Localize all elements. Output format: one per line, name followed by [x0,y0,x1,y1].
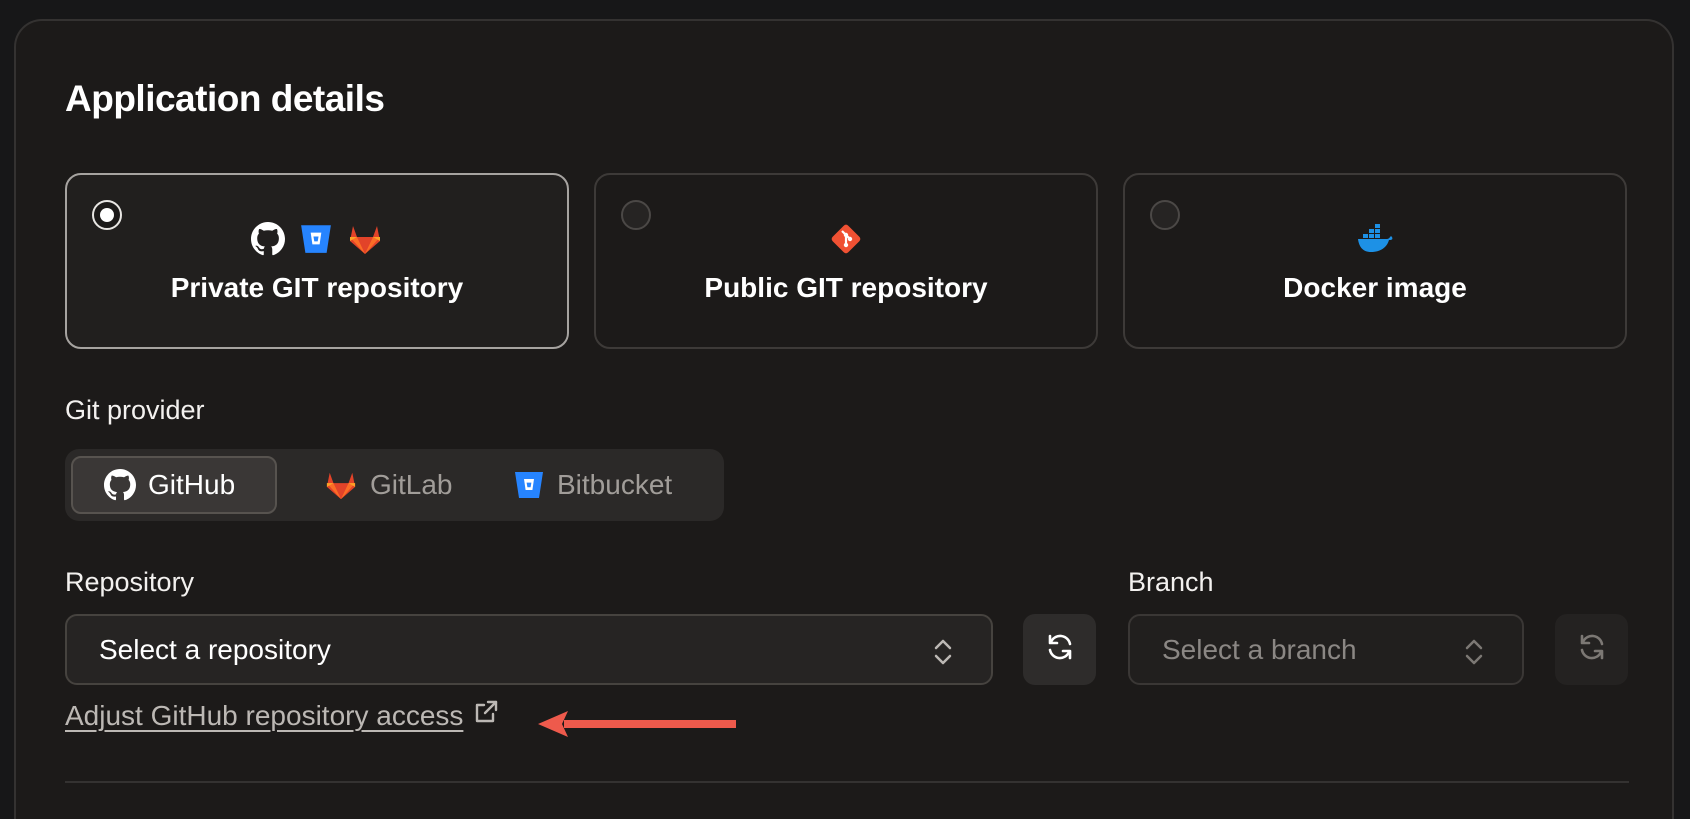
branch-label: Branch [1128,567,1214,597]
refresh-icon [1576,631,1608,668]
access-link-text: Adjust GitHub repository access [65,699,464,731]
provider-tab-gitlab[interactable]: GitLab [293,456,483,514]
docker-icon [1356,224,1394,254]
repository-select-value: Select a repository [99,633,331,665]
bitbucket-icon [299,222,333,256]
repository-select[interactable]: Select a repository [65,614,993,685]
provider-label: Bitbucket [557,469,673,500]
card-label: Docker image [1283,272,1467,303]
card-icons [67,222,567,256]
github-icon [251,222,285,256]
branch-select-value: Select a branch [1162,633,1357,665]
gitlab-icon [347,222,383,256]
git-provider-label: Git provider [65,395,205,425]
provider-label: GitLab [370,469,453,500]
source-option-public-git[interactable]: Public GIT repository [594,173,1098,349]
chevron-up-down-icon [933,638,953,673]
card-label: Public GIT repository [704,272,988,303]
provider-label: GitHub [148,469,236,500]
refresh-branches-button[interactable] [1555,614,1628,685]
page-title: Application details [65,78,385,119]
provider-tab-bitbucket[interactable]: Bitbucket [482,456,702,514]
card-label: Private GIT repository [170,272,464,303]
git-icon [829,222,863,256]
card-icons [596,222,1096,256]
source-option-docker[interactable]: Docker image [1123,173,1627,349]
branch-select[interactable]: Select a branch [1128,614,1524,685]
refresh-repositories-button[interactable] [1023,614,1096,685]
git-provider-segmented-control: GitHub GitLab Bitbucket [65,449,724,521]
source-option-private-git[interactable]: Private GIT repository [65,173,569,349]
annotation-arrow-icon [536,709,736,744]
section-divider [65,781,1629,783]
adjust-github-access-link[interactable]: Adjust GitHub repository access [65,699,499,732]
chevron-up-down-icon [1464,638,1484,673]
external-link-icon [473,699,499,732]
gitlab-icon [324,469,358,501]
application-details-panel: Application details Private GIT reposito… [14,19,1674,819]
github-icon [104,469,136,501]
repository-label: Repository [65,567,195,597]
refresh-icon [1044,631,1076,668]
bitbucket-icon [513,469,545,501]
provider-tab-github[interactable]: GitHub [71,456,277,514]
card-icons [1125,222,1625,256]
